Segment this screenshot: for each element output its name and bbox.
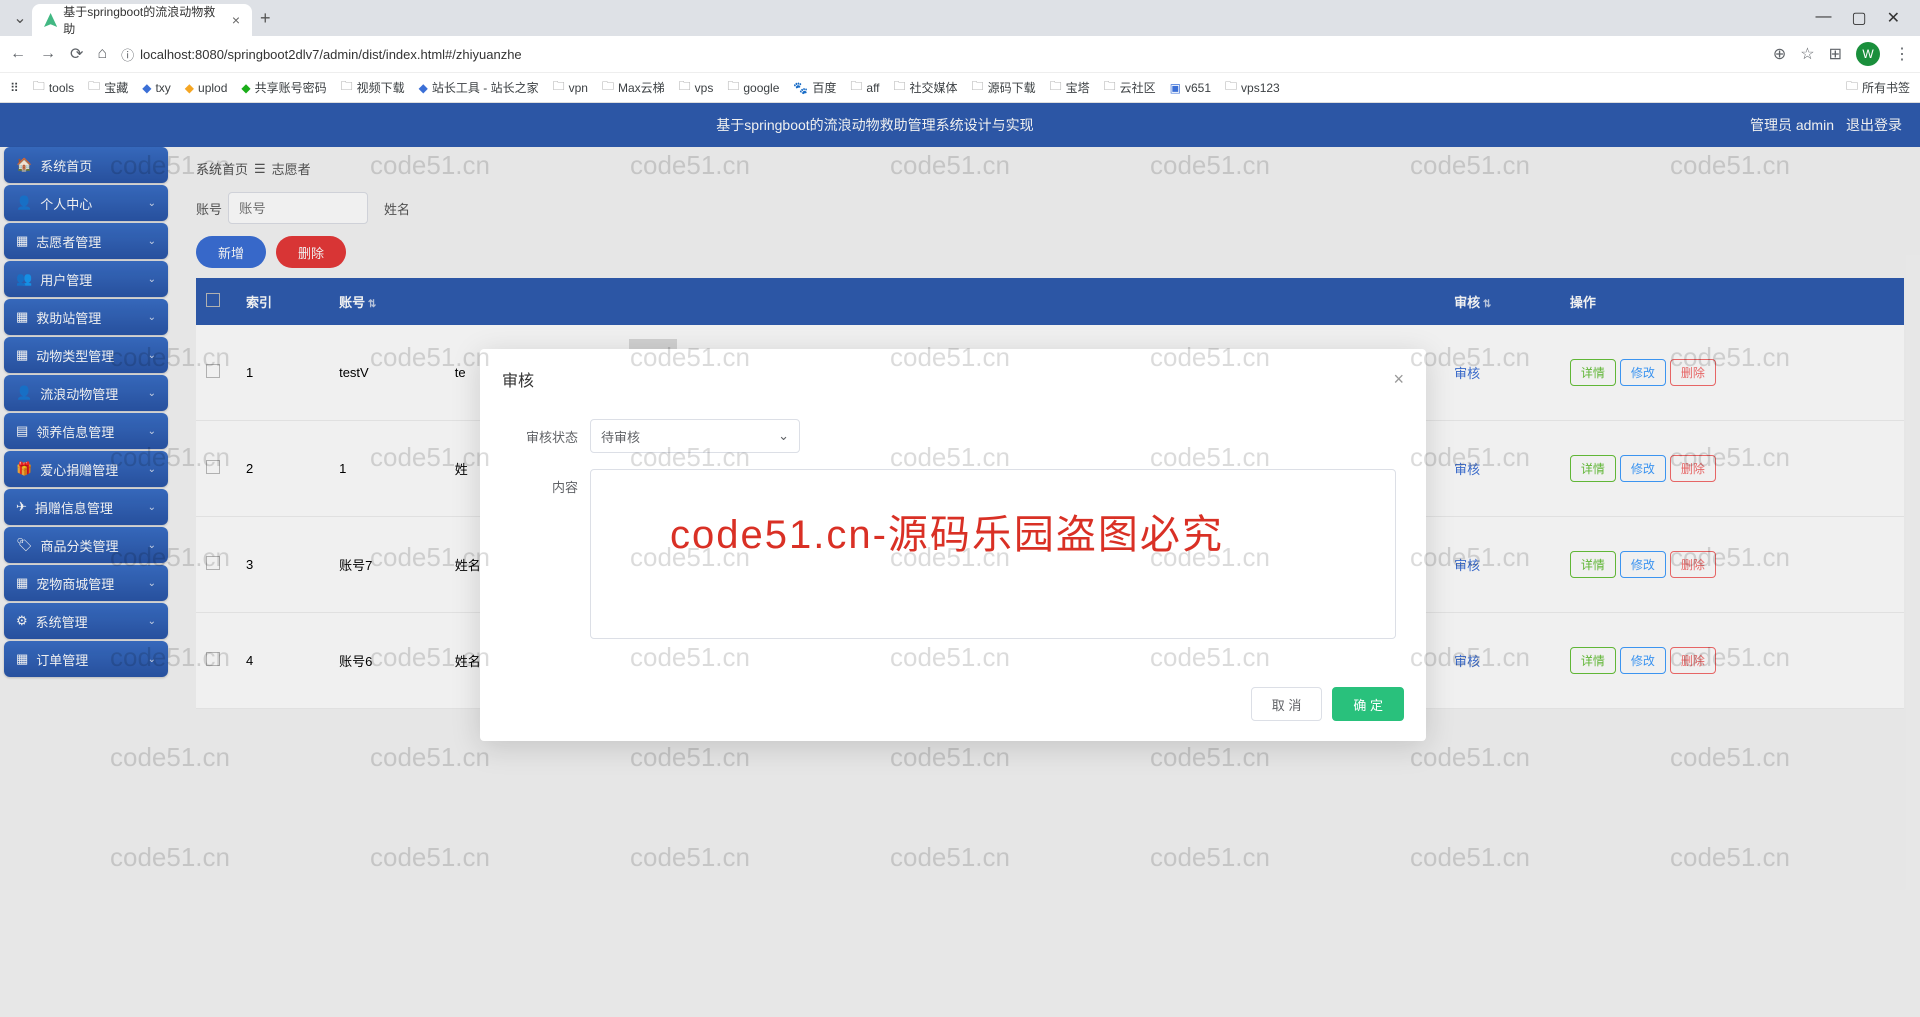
back-icon[interactable]: ← bbox=[10, 45, 26, 63]
address-bar: ← → ⟳ ⌂ ⓘ localhost:8080/springboot2dlv7… bbox=[0, 36, 1920, 72]
home-icon[interactable]: ⌂ bbox=[97, 45, 107, 63]
bookmark-item[interactable]: ◆uplod bbox=[185, 81, 228, 95]
minimize-icon[interactable]: — bbox=[1815, 8, 1831, 28]
content-textarea[interactable] bbox=[590, 469, 1396, 639]
close-icon[interactable]: × bbox=[1393, 369, 1404, 390]
modal-title: 审核 bbox=[502, 367, 534, 391]
bookmark-item[interactable]: ◆txy bbox=[142, 81, 171, 95]
all-bookmarks[interactable]: 🗀所有书签 bbox=[1846, 77, 1910, 98]
bookmark-item[interactable]: 🗀aff bbox=[850, 77, 879, 98]
bookmark-item[interactable]: 🐾百度 bbox=[793, 79, 836, 96]
audit-modal: 审核 × 审核状态 待审核 ⌄ 内容 取 消 确 定 bbox=[480, 349, 1426, 741]
apps-icon[interactable]: ⠿ bbox=[10, 81, 19, 95]
translate-icon[interactable]: ⊕ bbox=[1773, 44, 1786, 64]
bookmark-item[interactable]: 🗀宝藏 bbox=[88, 77, 128, 98]
bookmark-item[interactable]: 🗀vps123 bbox=[1225, 77, 1280, 98]
star-icon[interactable]: ☆ bbox=[1800, 44, 1814, 64]
chevron-down-icon[interactable]: ⌄ bbox=[8, 8, 32, 28]
info-icon: ⓘ bbox=[121, 45, 134, 64]
bookmark-item[interactable]: 🗀Max云梯 bbox=[602, 77, 665, 98]
confirm-button[interactable]: 确 定 bbox=[1332, 687, 1404, 721]
profile-avatar[interactable]: W bbox=[1856, 42, 1880, 66]
reload-icon[interactable]: ⟳ bbox=[70, 44, 83, 64]
url-input[interactable]: ⓘ localhost:8080/springboot2dlv7/admin/d… bbox=[121, 45, 1759, 64]
extensions-icon[interactable]: ⊞ bbox=[1829, 44, 1842, 64]
url-text: localhost:8080/springboot2dlv7/admin/dis… bbox=[140, 47, 522, 62]
status-label: 审核状态 bbox=[510, 419, 590, 446]
bookmark-item[interactable]: 🗀vps bbox=[679, 77, 714, 98]
close-window-icon[interactable]: ✕ bbox=[1887, 8, 1900, 28]
app-root: 基于springboot的流浪动物救助管理系统设计与实现 管理员 admin 退… bbox=[0, 103, 1920, 1017]
bookmark-item[interactable]: 🗀源码下载 bbox=[972, 77, 1036, 98]
bookmark-item[interactable]: 🗀云社区 bbox=[1104, 77, 1156, 98]
tab-bar: ⌄ 基于springboot的流浪动物救助 × + — ▢ ✕ bbox=[0, 0, 1920, 36]
content-label: 内容 bbox=[510, 469, 590, 496]
tab-title: 基于springboot的流浪动物救助 bbox=[63, 3, 218, 37]
bookmark-item[interactable]: ◆站长工具 - 站长之家 bbox=[419, 79, 539, 96]
bookmark-item[interactable]: 🗀vpn bbox=[553, 77, 588, 98]
maximize-icon[interactable]: ▢ bbox=[1851, 8, 1866, 28]
browser-chrome: ⌄ 基于springboot的流浪动物救助 × + — ▢ ✕ ← → ⟳ ⌂ … bbox=[0, 0, 1920, 103]
new-tab-button[interactable]: + bbox=[260, 8, 271, 29]
bookmark-item[interactable]: 🗀tools bbox=[33, 77, 74, 98]
menu-icon[interactable]: ⋮ bbox=[1894, 44, 1910, 64]
chevron-down-icon: ⌄ bbox=[778, 428, 789, 444]
bookmark-item[interactable]: ◆共享账号密码 bbox=[241, 79, 326, 96]
bookmark-item[interactable]: 🗀google bbox=[727, 77, 779, 98]
cancel-button[interactable]: 取 消 bbox=[1251, 687, 1323, 721]
close-icon[interactable]: × bbox=[232, 12, 240, 28]
status-select[interactable]: 待审核 ⌄ bbox=[590, 419, 800, 453]
browser-tab[interactable]: 基于springboot的流浪动物救助 × bbox=[32, 4, 252, 36]
bookmark-item[interactable]: 🗀社交媒体 bbox=[894, 77, 958, 98]
bookmark-item[interactable]: 🗀视频下载 bbox=[341, 77, 405, 98]
forward-icon[interactable]: → bbox=[40, 45, 56, 63]
bookmark-item[interactable]: ▣v651 bbox=[1170, 81, 1211, 95]
status-value: 待审核 bbox=[601, 427, 640, 446]
bookmark-item[interactable]: 🗀宝塔 bbox=[1050, 77, 1090, 98]
vue-favicon-icon bbox=[44, 13, 57, 27]
window-controls: — ▢ ✕ bbox=[1815, 8, 1912, 28]
bookmark-bar: ⠿ 🗀tools 🗀宝藏 ◆txy ◆uplod ◆共享账号密码 🗀视频下载 ◆… bbox=[0, 72, 1920, 102]
